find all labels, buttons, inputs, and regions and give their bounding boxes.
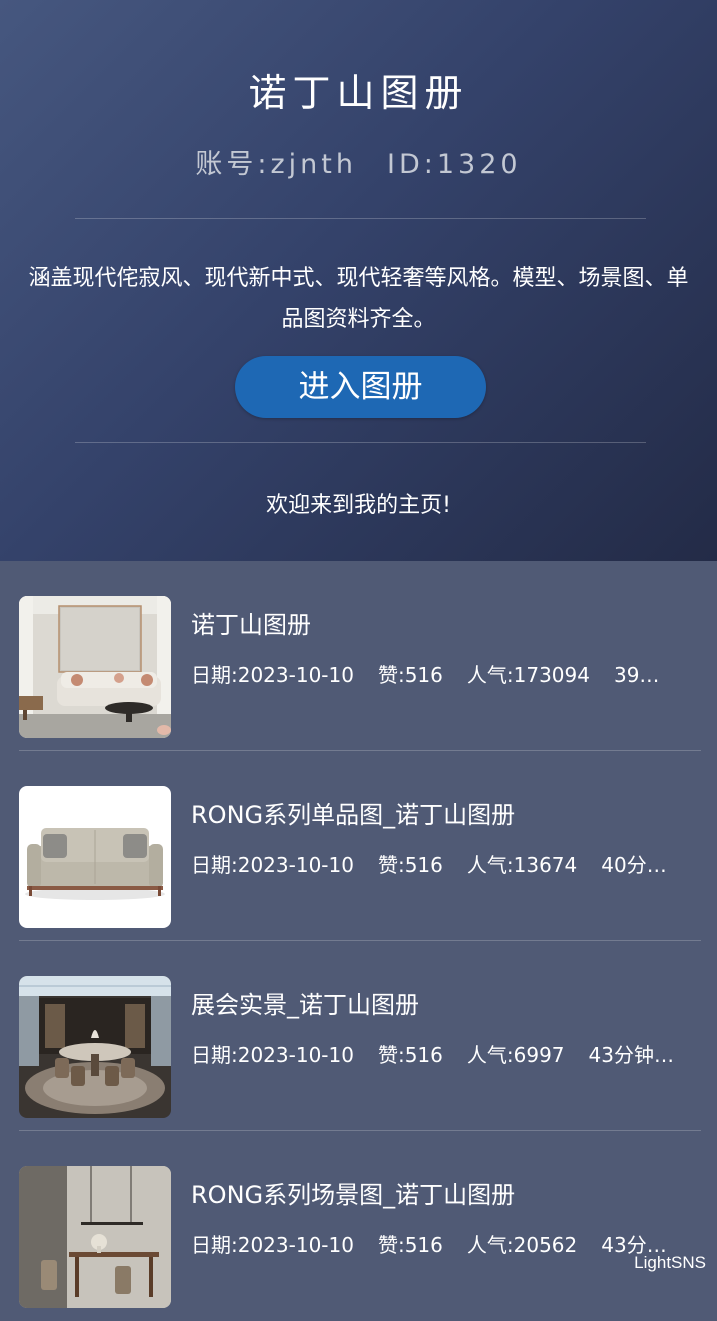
header-divider-top bbox=[75, 218, 646, 219]
account-label: 账号:zjnth bbox=[195, 149, 357, 180]
album-date: 日期:2023-10-10 bbox=[191, 663, 354, 687]
album-thumbnail-sofa[interactable] bbox=[19, 786, 171, 928]
album-time: 39… bbox=[613, 663, 660, 687]
album-title[interactable]: 诺丁山图册 bbox=[191, 605, 311, 640]
site-watermark: LightSNS bbox=[634, 1253, 706, 1272]
album-likes: 赞:516 bbox=[377, 853, 443, 877]
header-divider-bottom bbox=[75, 442, 646, 443]
dining-scene-image bbox=[19, 1166, 171, 1308]
album-date: 日期:2023-10-10 bbox=[191, 1233, 354, 1257]
sofa-image bbox=[19, 786, 171, 928]
album-date: 日期:2023-10-10 bbox=[191, 853, 354, 877]
profile-description: 涵盖现代侘寂风、现代新中式、现代轻奢等风格。模型、场景图、单品图资料齐全。 bbox=[28, 266, 689, 332]
album-title[interactable]: RONG系列单品图_诺丁山图册 bbox=[191, 795, 515, 830]
album-thumbnail-exhibition[interactable] bbox=[19, 976, 171, 1118]
album-meta: 日期:2023-10-10 赞:516 人气:20562 43分… bbox=[191, 1229, 699, 1258]
album-likes: 赞:516 bbox=[377, 1043, 443, 1067]
list-item[interactable]: 展会实景_诺丁山图册 日期:2023-10-10 赞:516 人气:6997 43分钟… bbox=[0, 941, 717, 1131]
page-title: 诺丁山图册 bbox=[248, 71, 469, 115]
album-likes: 赞:516 bbox=[377, 663, 443, 687]
album-thumbnail-dining-scene[interactable] bbox=[19, 1166, 171, 1308]
list-item[interactable]: 诺丁山图册 日期:2023-10-10 赞:516 人气:173094 39… bbox=[0, 561, 717, 751]
album-time: 43分钟… bbox=[588, 1043, 674, 1067]
welcome-message: 欢迎来到我的主页! bbox=[266, 493, 451, 518]
living-room-image bbox=[19, 596, 171, 738]
album-title[interactable]: RONG系列场景图_诺丁山图册 bbox=[191, 1175, 515, 1210]
album-popularity: 人气:173094 bbox=[466, 663, 590, 687]
album-time: 40分… bbox=[601, 853, 667, 877]
list-item[interactable]: RONG系列单品图_诺丁山图册 日期:2023-10-10 赞:516 人气:136… bbox=[0, 751, 717, 941]
album-popularity: 人气:20562 bbox=[466, 1233, 578, 1257]
exhibition-image bbox=[19, 976, 171, 1118]
album-popularity: 人气:13674 bbox=[466, 853, 578, 877]
enter-album-button[interactable]: 进入图册 bbox=[235, 356, 486, 418]
album-meta: 日期:2023-10-10 赞:516 人气:13674 40分… bbox=[191, 849, 699, 878]
album-likes: 赞:516 bbox=[377, 1233, 443, 1257]
album-meta: 日期:2023-10-10 赞:516 人气:173094 39… bbox=[191, 659, 699, 688]
account-info: 账号:zjnth ID:1320 bbox=[0, 142, 717, 181]
list-item[interactable]: RONG系列场景图_诺丁山图册 日期:2023-10-10 赞:516 人气:205… bbox=[0, 1131, 717, 1321]
album-title[interactable]: 展会实景_诺丁山图册 bbox=[191, 985, 419, 1020]
album-popularity: 人气:6997 bbox=[466, 1043, 565, 1067]
album-meta: 日期:2023-10-10 赞:516 人气:6997 43分钟… bbox=[191, 1039, 699, 1068]
profile-header: 诺丁山图册 账号:zjnth ID:1320 涵盖现代侘寂风、现代新中式、现代轻奢… bbox=[0, 0, 717, 561]
album-thumbnail-living-room[interactable] bbox=[19, 596, 171, 738]
album-date: 日期:2023-10-10 bbox=[191, 1043, 354, 1067]
id-label: ID:1320 bbox=[387, 149, 522, 180]
